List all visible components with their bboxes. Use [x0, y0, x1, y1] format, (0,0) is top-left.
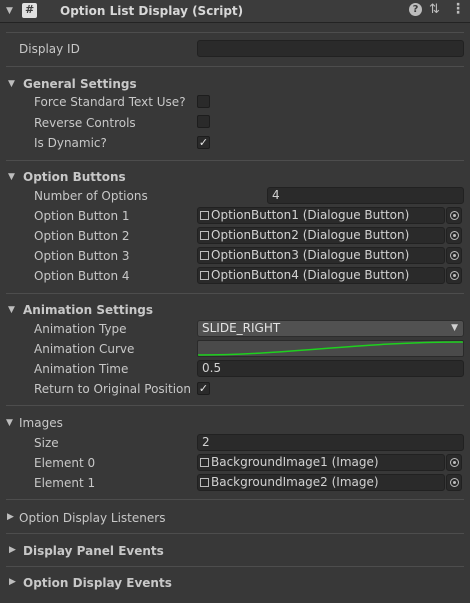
- reverse-controls-checkbox[interactable]: [197, 115, 210, 128]
- image-icon: [200, 458, 209, 467]
- script-icon: [200, 251, 209, 260]
- images-size-label: Size: [34, 436, 59, 450]
- option-button-4-label: Option Button 4: [34, 269, 130, 283]
- section-general-settings[interactable]: General Settings: [23, 77, 137, 91]
- number-of-options-input[interactable]: 4: [267, 187, 464, 204]
- divider: [6, 499, 464, 500]
- animation-type-label: Animation Type: [34, 322, 127, 336]
- divider: [6, 66, 464, 67]
- enabled-checkbox[interactable]: #: [22, 3, 37, 18]
- display-panel-events-foldout[interactable]: Display Panel Events: [23, 544, 164, 558]
- component-header: ▼ # Option List Display (Script) ? ⇅ ⋮: [0, 0, 470, 23]
- option-button-3-field[interactable]: OptionButton3 (Dialogue Button): [197, 247, 445, 264]
- component-title: Option List Display (Script): [60, 4, 244, 18]
- divider: [6, 533, 464, 534]
- object-picker-icon[interactable]: [446, 454, 462, 471]
- divider: [6, 32, 464, 33]
- animation-type-dropdown[interactable]: SLIDE_RIGHT ▼: [197, 320, 464, 337]
- animation-curve-field[interactable]: [197, 340, 464, 357]
- animation-curve-preview: [198, 341, 463, 356]
- chevron-down-icon: ▼: [451, 323, 458, 333]
- object-picker-icon[interactable]: [446, 247, 462, 264]
- element-1-field[interactable]: BackgroundImage2 (Image): [197, 474, 445, 491]
- return-to-original-checkbox[interactable]: ✓: [197, 382, 210, 395]
- script-icon: [200, 211, 209, 220]
- script-icon: [200, 271, 209, 280]
- option-button-4-field[interactable]: OptionButton4 (Dialogue Button): [197, 267, 445, 284]
- divider: [6, 293, 464, 294]
- script-icon: #: [25, 3, 35, 16]
- option-display-listeners-foldout[interactable]: Option Display Listeners: [19, 511, 165, 525]
- divider: [6, 160, 464, 161]
- element-1-label: Element 1: [34, 476, 96, 490]
- force-standard-text-label: Force Standard Text Use?: [34, 95, 186, 109]
- animation-curve-label: Animation Curve: [34, 342, 135, 356]
- number-of-options-label: Number of Options: [34, 189, 148, 203]
- animation-time-label: Animation Time: [34, 362, 129, 376]
- collapse-arrow-icon[interactable]: ▶: [7, 512, 14, 522]
- display-id-input[interactable]: [197, 40, 464, 57]
- object-picker-icon[interactable]: [446, 267, 462, 284]
- expand-arrow-icon[interactable]: ▼: [6, 418, 13, 428]
- object-picker-icon[interactable]: [446, 227, 462, 244]
- display-id-label: Display ID: [19, 42, 80, 56]
- option-display-events-foldout[interactable]: Option Display Events: [23, 576, 172, 590]
- option-button-2-label: Option Button 2: [34, 229, 130, 243]
- help-icon[interactable]: ?: [409, 3, 422, 16]
- animation-time-input[interactable]: 0.5: [197, 360, 464, 377]
- images-foldout[interactable]: Images: [19, 416, 63, 430]
- is-dynamic-label: Is Dynamic?: [34, 136, 107, 150]
- expand-arrow-icon[interactable]: ▼: [8, 305, 15, 315]
- element-0-label: Element 0: [34, 456, 96, 470]
- reverse-controls-label: Reverse Controls: [34, 116, 136, 130]
- expand-arrow-icon[interactable]: ▼: [8, 172, 15, 182]
- object-picker-icon[interactable]: [446, 207, 462, 224]
- object-picker-icon[interactable]: [446, 474, 462, 491]
- option-button-1-field[interactable]: OptionButton1 (Dialogue Button): [197, 207, 445, 224]
- option-button-2-field[interactable]: OptionButton2 (Dialogue Button): [197, 227, 445, 244]
- element-0-field[interactable]: BackgroundImage1 (Image): [197, 454, 445, 471]
- script-icon: [200, 231, 209, 240]
- kebab-menu-icon[interactable]: ⋮: [451, 1, 465, 17]
- divider: [6, 405, 464, 406]
- force-standard-text-checkbox[interactable]: [197, 95, 210, 108]
- section-option-buttons[interactable]: Option Buttons: [23, 170, 126, 184]
- collapse-arrow-icon[interactable]: ▶: [9, 545, 16, 555]
- return-to-original-label: Return to Original Position: [34, 382, 191, 396]
- section-animation-settings[interactable]: Animation Settings: [23, 303, 153, 317]
- option-button-3-label: Option Button 3: [34, 249, 130, 263]
- collapse-arrow-icon[interactable]: ▼: [6, 6, 13, 16]
- is-dynamic-checkbox[interactable]: ✓: [197, 136, 210, 149]
- image-icon: [200, 478, 209, 487]
- expand-arrow-icon[interactable]: ▼: [8, 79, 15, 89]
- divider: [6, 566, 464, 567]
- option-button-1-label: Option Button 1: [34, 209, 130, 223]
- images-size-input[interactable]: 2: [197, 434, 464, 451]
- presets-icon[interactable]: ⇅: [429, 2, 440, 17]
- collapse-arrow-icon[interactable]: ▶: [9, 577, 16, 587]
